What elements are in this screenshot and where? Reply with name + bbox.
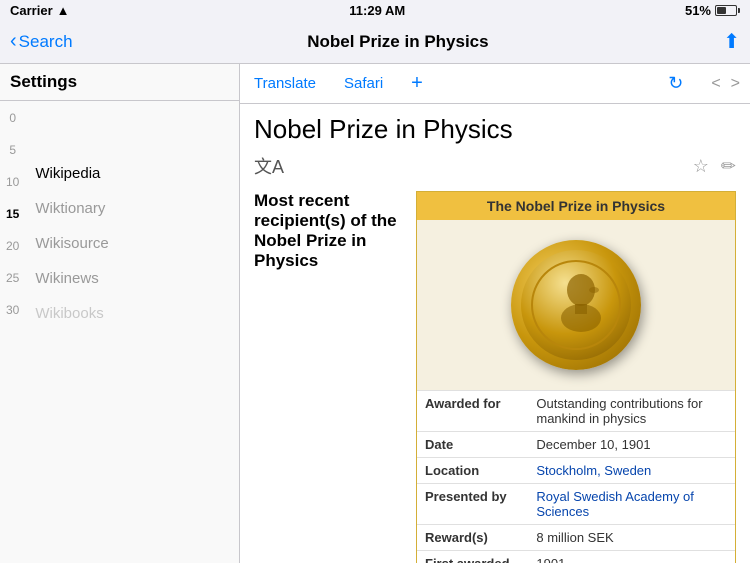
tab-nav: < > [711,75,740,93]
infobox-image [417,220,735,390]
row-value-4: 8 million SEK [528,525,735,551]
tab-forward-button[interactable]: > [731,75,740,93]
index-20: 20 [6,239,19,253]
table-row: Presented by Royal Swedish Academy of Sc… [417,484,735,525]
sidebar-items: Wikipedia Wiktionary Wikisource Wikinews… [25,101,239,563]
tab-back-button[interactable]: < [711,75,720,93]
status-bar: Carrier ▲ 11:29 AM 51% [0,0,750,20]
sidebar: Settings 0 5 10 15 20 25 30 Wikipedia Wi… [0,64,240,563]
table-row: First awarded 1901 [417,551,735,563]
article: Nobel Prize in Physics 文A ☆ ✏ The Nobel … [240,104,750,563]
table-row: Location Stockholm, Sweden [417,458,735,484]
article-title: Nobel Prize in Physics [254,114,736,145]
status-left: Carrier ▲ [10,3,70,18]
sidebar-item-wikisource[interactable]: Wikisource [25,235,239,252]
row-label-2: Location [417,458,528,484]
tab-add-button[interactable]: + [411,72,423,95]
status-time: 11:29 AM [70,3,685,18]
translate-icon[interactable]: 文A [254,153,284,179]
table-row: Awarded for Outstanding contributions fo… [417,391,735,432]
sidebar-index: 0 5 10 15 20 25 30 Wikipedia Wiktionary … [0,101,239,563]
medal-inner [521,250,631,360]
tab-bar: Translate Safari + ↻ < > [240,64,750,104]
row-label-4: Reward(s) [417,525,528,551]
tab-translate[interactable]: Translate [250,67,320,100]
carrier-label: Carrier [10,3,53,18]
sidebar-item-wikipedia[interactable]: Wikipedia [25,165,239,182]
index-0: 0 [9,111,16,125]
row-label-1: Date [417,432,528,458]
back-label: Search [19,32,73,52]
nav-title: Nobel Prize in Physics [73,32,724,52]
index-30: 30 [6,303,19,317]
medal-svg [531,260,621,350]
presenter-link[interactable]: Royal Swedish Academy of Sciences [536,489,694,519]
row-value-1: December 10, 1901 [528,432,735,458]
index-numbers: 0 5 10 15 20 25 30 [0,101,25,563]
chevron-left-icon: ‹ [10,30,17,53]
infobox-title: The Nobel Prize in Physics [417,192,735,220]
tab-safari[interactable]: Safari [340,67,387,100]
star-icon[interactable]: ☆ [693,156,709,177]
row-label-3: Presented by [417,484,528,525]
infobox: The Nobel Prize in Physics [416,191,736,563]
row-value-2: Stockholm, Sweden [528,458,735,484]
row-value-3: Royal Swedish Academy of Sciences [528,484,735,525]
tab-reload-button[interactable]: ↻ [668,73,683,94]
sidebar-item-wikinews[interactable]: Wikinews [25,270,239,287]
article-actions: ☆ ✏ [693,156,736,177]
sidebar-item-wiktionary[interactable]: Wiktionary [25,200,239,217]
edit-icon[interactable]: ✏ [721,156,736,177]
index-25: 25 [6,271,19,285]
row-label-5: First awarded [417,551,528,563]
row-label-0: Awarded for [417,391,528,432]
content-area: Translate Safari + ↻ < > Nobel Prize in … [240,64,750,563]
index-10: 10 [6,175,19,189]
row-value-5: 1901 [528,551,735,563]
back-button[interactable]: ‹ Search [10,30,73,53]
location-link[interactable]: Stockholm, Sweden [536,463,651,478]
main-layout: Settings 0 5 10 15 20 25 30 Wikipedia Wi… [0,64,750,563]
battery-icon [715,5,740,16]
battery-percentage: 51% [685,3,711,18]
translate-row: 文A ☆ ✏ [254,153,736,179]
index-5: 5 [9,143,16,157]
sidebar-header: Settings [0,64,239,101]
share-button[interactable]: ⬆ [723,29,740,54]
infobox-table: Awarded for Outstanding contributions fo… [417,390,735,563]
index-15: 15 [6,207,19,221]
nav-bar: ‹ Search Nobel Prize in Physics ⬆ [0,20,750,64]
table-row: Date December 10, 1901 [417,432,735,458]
sidebar-item-wikibooks[interactable]: Wikibooks [25,305,239,322]
status-right: 51% [685,3,740,18]
medal-outer [511,240,641,370]
row-value-0: Outstanding contributions for mankind in… [528,391,735,432]
table-row: Reward(s) 8 million SEK [417,525,735,551]
wifi-icon: ▲ [57,3,70,18]
